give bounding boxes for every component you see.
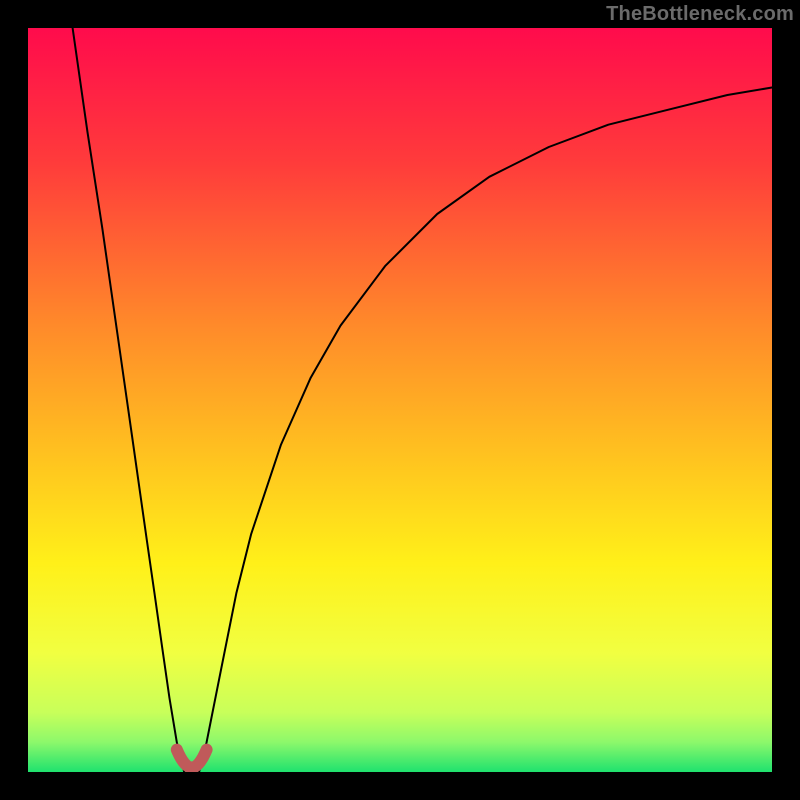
plot-area [28, 28, 772, 772]
plot-background [28, 28, 772, 772]
plot-svg [28, 28, 772, 772]
watermark-label: TheBottleneck.com [606, 0, 794, 28]
chart-frame: TheBottleneck.com [0, 0, 800, 800]
